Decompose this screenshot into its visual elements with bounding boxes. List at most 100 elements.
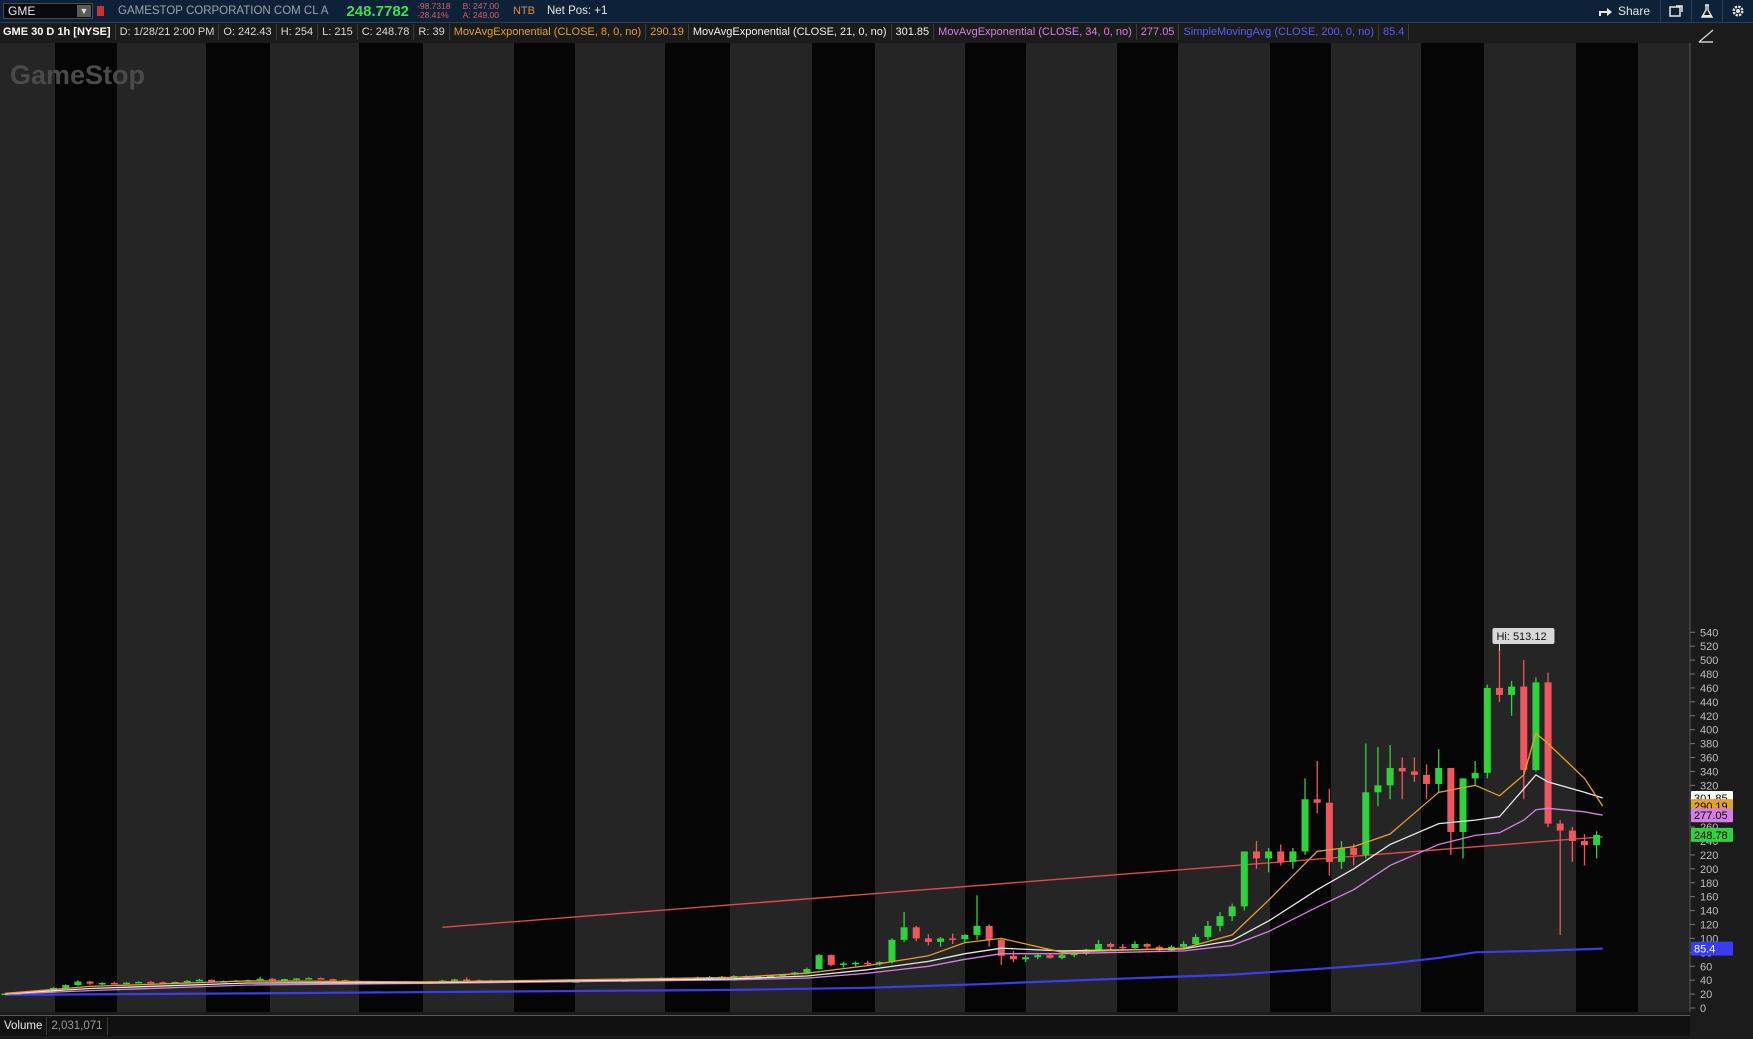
- session-band-light: [117, 43, 206, 1012]
- candle-body: [864, 962, 872, 965]
- candle-body: [839, 963, 847, 965]
- candle[interactable]: [888, 938, 896, 964]
- candle[interactable]: [1532, 677, 1540, 772]
- candle[interactable]: [1240, 851, 1248, 911]
- y-tick-label: 60: [1700, 961, 1712, 973]
- candle-body: [1034, 955, 1042, 958]
- candle-body: [451, 979, 459, 981]
- candle-body: [98, 982, 106, 985]
- y-tick-label: 380: [1700, 739, 1718, 751]
- candle-body: [1483, 687, 1491, 773]
- session-band-light: [423, 43, 514, 1012]
- session-band-light: [1638, 43, 1690, 1012]
- candle-body: [1289, 851, 1297, 862]
- candle-body: [803, 969, 811, 973]
- y-tick-label: 460: [1700, 683, 1718, 695]
- candle-body: [1009, 955, 1017, 960]
- price-tag-sma200: 85.4: [1691, 941, 1733, 956]
- candle-body: [1471, 772, 1479, 779]
- y-tick-label: 20: [1700, 989, 1712, 1001]
- session-band-light: [875, 43, 965, 1012]
- y-tick-label: 180: [1700, 878, 1718, 890]
- candle-body: [1544, 682, 1552, 824]
- candle[interactable]: [1483, 684, 1491, 779]
- candle-body: [1338, 847, 1345, 862]
- candle[interactable]: [827, 954, 835, 967]
- session-band-dark: [359, 43, 423, 1012]
- price-tag-last: 248.78: [1691, 827, 1733, 842]
- candle-body: [183, 980, 191, 983]
- y-tick-label: 340: [1700, 766, 1718, 778]
- candle-body: [1459, 778, 1467, 832]
- candle-body: [305, 978, 313, 980]
- y-tick-label: 440: [1700, 697, 1718, 709]
- candle-body: [1143, 943, 1151, 947]
- price-tag-text: 248.78: [1694, 830, 1728, 842]
- volume-label[interactable]: Volume: [0, 1017, 48, 1035]
- candle-body: [1423, 774, 1431, 784]
- candle-body: [1520, 686, 1528, 771]
- candle-body: [123, 982, 130, 985]
- candle-body: [1265, 851, 1273, 859]
- candle-body: [949, 938, 957, 940]
- high-bubble-text: Hi: 513.12: [1496, 631, 1546, 643]
- session-band-light: [1331, 43, 1421, 1012]
- candle-body: [1180, 943, 1188, 947]
- candle-body: [329, 979, 337, 981]
- session-band-dark: [965, 43, 1026, 1012]
- candle-body: [110, 982, 118, 985]
- session-band-dark: [1421, 43, 1484, 1012]
- session-band-dark: [1576, 43, 1638, 1012]
- candle-body: [74, 981, 82, 986]
- y-tick-label: 140: [1700, 906, 1718, 918]
- candle-body: [293, 978, 301, 980]
- session-band-dark: [1270, 43, 1331, 1012]
- price-tag-text: 277.05: [1694, 810, 1728, 822]
- y-tick-label: 520: [1700, 641, 1718, 653]
- y-tick-label: 320: [1700, 780, 1718, 792]
- candle-body: [208, 979, 216, 982]
- candle-body: [937, 938, 945, 942]
- candle-body: [1228, 906, 1236, 917]
- candle-body: [1192, 937, 1200, 944]
- y-tick-label: 120: [1700, 920, 1718, 932]
- y-tick-label: 500: [1700, 655, 1718, 667]
- watermark-text: GameStop: [10, 60, 145, 90]
- y-tick-label: 200: [1700, 864, 1718, 876]
- candle[interactable]: [815, 953, 823, 970]
- y-tick-label: 420: [1700, 711, 1718, 723]
- volume-subgraph-header: Volume 2,031,071: [0, 1015, 1690, 1036]
- candle-body: [1495, 687, 1503, 695]
- candle-body: [1277, 851, 1285, 862]
- session-band-light: [270, 43, 359, 1012]
- session-band-dark: [665, 43, 730, 1012]
- session-band-light: [1026, 43, 1117, 1012]
- candle-body: [147, 981, 155, 984]
- candle-body: [1022, 957, 1030, 960]
- candle-body: [1435, 767, 1443, 784]
- candle-body: [256, 978, 264, 981]
- session-band-dark: [55, 43, 117, 1012]
- candle-body: [1556, 823, 1564, 831]
- volume-value: 2,031,071: [47, 1017, 108, 1035]
- price-tag-ema34: 277.05: [1691, 808, 1733, 823]
- candle[interactable]: [1544, 672, 1552, 828]
- session-band-dark: [514, 43, 575, 1012]
- candle-body: [1313, 799, 1321, 803]
- y-tick-label: 0: [1700, 1003, 1706, 1015]
- candle-body: [1095, 943, 1102, 950]
- y-tick-label: 480: [1700, 669, 1718, 681]
- candle-body: [1301, 799, 1309, 852]
- candle-body: [1398, 767, 1406, 772]
- candle-body: [900, 927, 908, 940]
- drawing-tool-icon[interactable]: [1698, 29, 1714, 43]
- candle-body: [888, 939, 896, 963]
- candle-body: [1252, 851, 1260, 859]
- y-tick-label: 40: [1700, 975, 1712, 987]
- candle-body: [1107, 943, 1115, 947]
- candle-body: [912, 927, 920, 939]
- session-band-light: [575, 43, 665, 1012]
- candle-body: [1216, 916, 1224, 926]
- candle-body: [317, 978, 325, 980]
- price-chart[interactable]: GameStop 0204060801001201401601802002202…: [0, 0, 1753, 1015]
